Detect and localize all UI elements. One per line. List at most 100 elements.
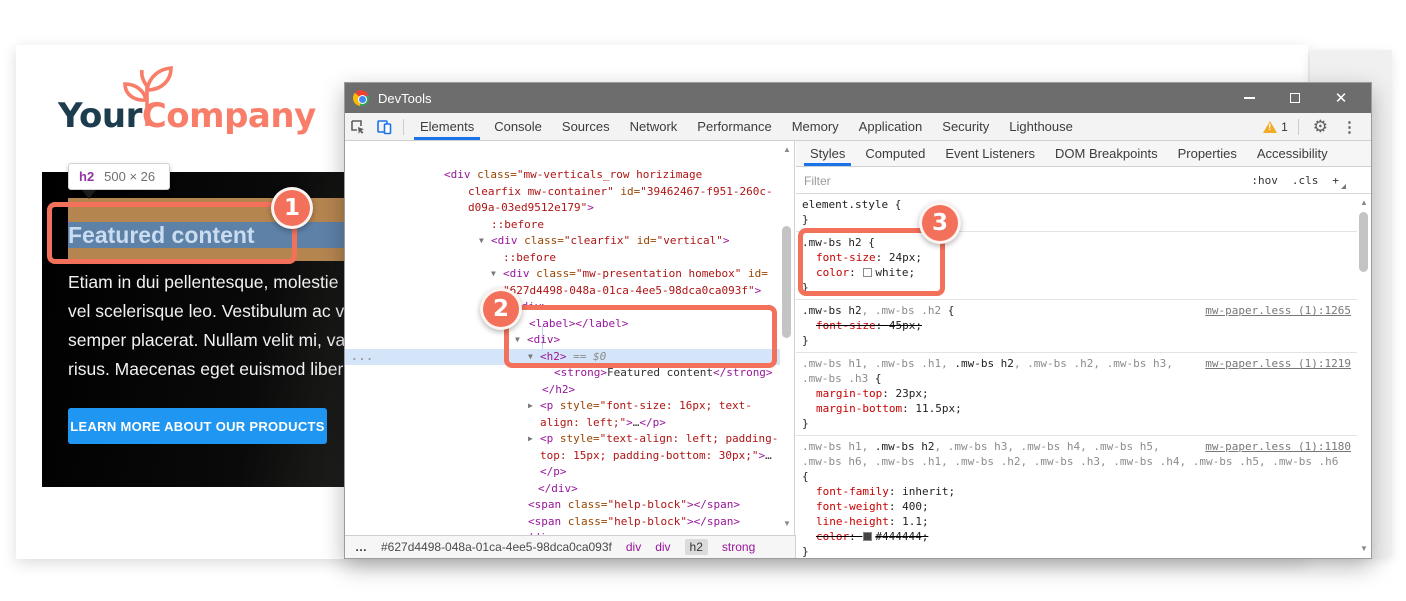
learn-more-button[interactable]: LEARN MORE ABOUT OUR PRODUCTS [68,408,327,444]
css-declaration[interactable]: font-weight: 400; [802,499,1351,514]
selector-part: element.style [802,198,888,211]
row-more-dots[interactable]: ... [351,349,374,366]
styles-tab-accessibility[interactable]: Accessibility [1247,141,1338,166]
dom-tree-row[interactable]: </p> [345,464,780,481]
styles-toolbar--cls[interactable]: .cls [1292,174,1319,187]
dom-token: <p [540,432,553,445]
expand-arrow-icon[interactable]: ▶ [528,398,540,415]
dom-tree-row[interactable]: ▼<div class="mw-presentation homebox" id… [345,266,780,283]
dom-tree-row[interactable]: ::before [345,217,780,234]
annotation-badge-3: 3 [919,202,961,244]
inspect-element-button[interactable] [345,113,371,140]
css-source-link[interactable]: mw-paper.less (1):1219 [1205,356,1351,371]
devtools-titlebar[interactable]: DevTools ✕ [345,83,1371,113]
breadcrumb-div[interactable]: div [655,540,670,554]
styles-tab-properties[interactable]: Properties [1168,141,1247,166]
dom-token: "mw-presentation homebox" [576,267,742,280]
dom-token: align: left;" [540,416,626,429]
styles-tab-dom-breakpoints[interactable]: DOM Breakpoints [1045,141,1168,166]
maximize-button[interactable] [1279,87,1311,109]
css-property-value: 11.5px; [915,402,961,415]
dom-tree-row[interactable]: <span class="help-block"></span> [345,497,780,514]
color-swatch[interactable] [863,532,872,541]
dom-tree-row[interactable]: <span class="help-block"></span> [345,514,780,531]
dom-tree-row[interactable]: <div class="mw-verticals_row horizimage [345,167,780,184]
tab-network[interactable]: Network [620,113,688,140]
dom-token: </div> [538,482,578,495]
tab-performance[interactable]: Performance [687,113,781,140]
breadcrumb-h2[interactable]: h2 [685,539,708,555]
scroll-up-arrow[interactable]: ▲ [780,143,794,157]
breadcrumb-strong[interactable]: strong [722,540,755,554]
css-rule-2[interactable]: mw-paper.less (1):1265.mw-bs h2, .mw-bs … [796,300,1357,353]
dom-tree-row[interactable]: </h2> [345,382,780,399]
css-declaration[interactable]: color: #444444; [802,529,1351,544]
css-declaration[interactable]: line-height: 1.1; [802,514,1351,529]
scrollbar-thumb[interactable] [782,226,791,338]
tab-sources[interactable]: Sources [552,113,620,140]
expand-arrow-icon[interactable]: ▼ [491,266,503,283]
tab-elements[interactable]: Elements [410,113,484,140]
dom-token: style= [553,432,599,445]
styles-toolbar-new-rule[interactable]: + [1332,174,1339,187]
elements-scrollbar[interactable]: ▲ ▼ [780,141,794,535]
css-declaration[interactable]: font-family: inherit; [802,484,1351,499]
expand-arrow-icon[interactable]: ▼ [479,233,491,250]
toolbar-divider-2 [1298,119,1299,135]
css-rule-4[interactable]: mw-paper.less (1):1180.mw-bs h1, .mw-bs … [796,436,1357,558]
dom-tree-row[interactable]: </div> [345,481,780,498]
breadcrumb-id[interactable]: #627d4498-048a-01ca-4ee5-98dca0ca093f [381,540,612,554]
dom-tree-row[interactable]: "627d4498-048a-01ca-4ee5-98dca0ca093f"> [345,283,780,300]
styles-scroll-down-arrow[interactable]: ▼ [1357,542,1371,556]
dom-tree-row[interactable]: d09a-03ed9512e179"> [345,200,780,217]
dom-token: <span [528,498,561,511]
css-property-value: #444444; [875,530,928,543]
breadcrumb--[interactable]: … [355,540,367,554]
styles-scrollbar[interactable]: ▲ ▼ [1357,194,1371,558]
css-declaration[interactable]: margin-top: 23px; [802,386,1351,401]
styles-tab-styles[interactable]: Styles [800,141,855,166]
close-brace: } [802,544,1351,558]
dom-token: <div [444,168,471,181]
dom-tree-row[interactable]: ▶<p style="font-size: 16px; text- [345,398,780,415]
css-source-link[interactable]: mw-paper.less (1):1265 [1205,303,1351,318]
tab-memory[interactable]: Memory [782,113,849,140]
settings-gear-icon[interactable]: ⚙ [1309,117,1332,137]
dom-tree-row[interactable]: ▼<div class="clearfix" id="vertical"> [345,233,780,250]
dom-tree-row[interactable]: ::before [345,250,780,267]
tab-lighthouse[interactable]: Lighthouse [999,113,1083,140]
dom-token: style= [553,399,599,412]
css-declaration[interactable]: font-size: 45px; [802,318,1351,333]
breadcrumb-div[interactable]: div [626,540,641,554]
tab-console[interactable]: Console [484,113,552,140]
tab-security[interactable]: Security [932,113,999,140]
more-options-kebab-icon[interactable]: ⋮ [1336,118,1363,136]
dom-token: "help-block" [607,515,686,528]
css-rule-3[interactable]: mw-paper.less (1):1219.mw-bs h1, .mw-bs … [796,353,1357,436]
tab-application[interactable]: Application [849,113,933,140]
styles-tab-computed[interactable]: Computed [855,141,935,166]
css-rule-0[interactable]: element.style {} [796,194,1357,232]
warning-badge[interactable]: 1 [1263,120,1288,134]
toggle-device-toolbar-button[interactable] [371,113,397,140]
css-declaration[interactable]: margin-bottom: 11.5px; [802,401,1351,416]
styles-toolbar--hov[interactable]: :hov [1251,174,1278,187]
device-toolbar-icon [376,119,392,135]
styles-scroll-up-arrow[interactable]: ▲ [1357,196,1371,210]
dom-tree-row[interactable]: top: 15px; padding-bottom: 30px;">… [345,448,780,465]
styles-scrollbar-thumb[interactable] [1359,212,1368,272]
dom-tree-row[interactable]: clearfix mw-container" id="39462467-f951… [345,184,780,201]
toolbar-divider [403,119,404,135]
styles-filter-input[interactable] [804,174,1251,188]
css-property-name: font-size [816,319,876,332]
dom-tree-row[interactable]: ▶<p style="text-align: left; padding- [345,431,780,448]
scroll-down-arrow[interactable]: ▼ [780,517,794,531]
css-property-name: color [816,530,849,543]
expand-arrow-icon[interactable]: ▶ [528,431,540,448]
css-source-link[interactable]: mw-paper.less (1):1180 [1205,439,1351,454]
elements-breadcrumb-bar: … #627d4498-048a-01ca-4ee5-98dca0ca093f di… [345,535,796,558]
dom-tree-row[interactable]: align: left;">…</p> [345,415,780,432]
styles-tab-event-listeners[interactable]: Event Listeners [935,141,1045,166]
close-button[interactable]: ✕ [1325,87,1357,109]
minimize-button[interactable] [1233,87,1265,109]
